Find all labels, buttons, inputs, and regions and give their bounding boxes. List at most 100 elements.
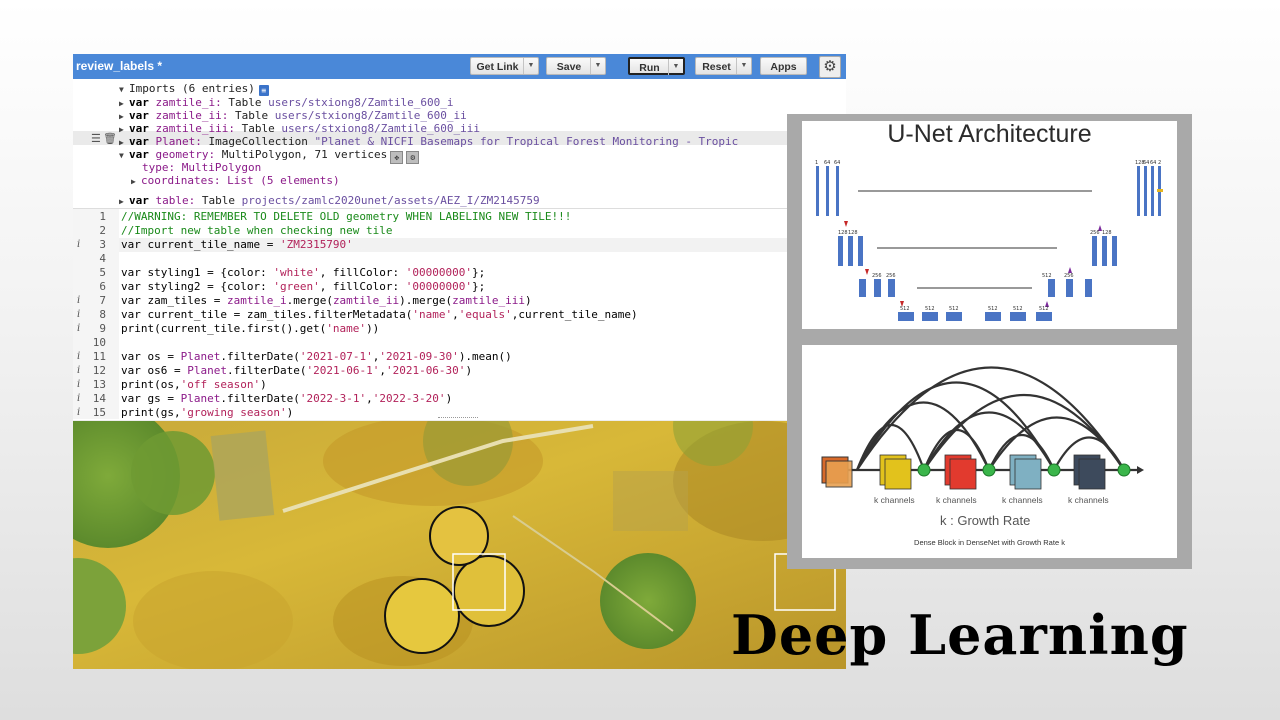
code-token: var os = <box>121 350 181 363</box>
chevron-down-icon[interactable]: ▼ <box>590 58 605 74</box>
run-label: Run <box>639 62 660 74</box>
code-token: 'name' <box>326 322 367 335</box>
chevron-right-icon[interactable]: ▶ <box>119 195 129 208</box>
code-editor-window: review_labels * Get Link ▼ Save ▼ Run ▼ … <box>73 54 846 420</box>
import-row[interactable]: ▶ var zamtile_ii: Table users/stxiong8/Za… <box>119 109 467 122</box>
import-path[interactable]: users/stxiong8/Zamtile_600_iii <box>281 122 480 135</box>
info-icon[interactable]: i <box>77 364 80 378</box>
code-token: zamtile_iii <box>452 294 526 307</box>
channel-label: k channels <box>1002 495 1043 505</box>
row-menu-icon[interactable]: ☰ <box>91 132 101 145</box>
code-token: zamtile_ii <box>332 294 400 307</box>
code-line[interactable]: var current_tile_name = 'ZM2315790' <box>121 238 353 252</box>
unet-channel-label: 1 <box>815 160 818 166</box>
reset-button[interactable]: Reset ▼ <box>695 57 752 75</box>
info-icon[interactable]: i <box>77 238 80 252</box>
code-token: }; <box>472 280 486 293</box>
save-button[interactable]: Save ▼ <box>546 57 606 75</box>
unet-channel-label: 128 <box>848 230 858 236</box>
import-path[interactable]: projects/zamlc2020unet/assets/AEZ_I/ZM21… <box>242 194 540 207</box>
import-type: Table <box>234 109 269 122</box>
code-line[interactable]: print(current_tile.first().get('name')) <box>121 322 379 336</box>
import-path[interactable]: users/stxiong8/Zamtile_600_ii <box>275 109 467 122</box>
info-icon[interactable]: i <box>77 308 80 322</box>
import-name: table: <box>155 194 196 207</box>
code-token: '2021-06-1' <box>306 364 380 377</box>
code-line[interactable]: print(os,'off season') <box>121 378 267 392</box>
import-row[interactable]: ▶ var zamtile_i: Table users/stxiong8/Zam… <box>119 96 454 109</box>
code-line[interactable]: print(gs,'growing season') <box>121 406 293 420</box>
import-type: ImageCollection <box>208 135 308 148</box>
gear-icon[interactable]: ⚙ <box>819 56 841 78</box>
panel-resize-handle[interactable] <box>438 417 478 420</box>
get-link-button[interactable]: Get Link ▼ <box>470 57 539 75</box>
code-line[interactable]: var styling1 = {color: 'white', fillColo… <box>121 266 485 280</box>
chevron-right-icon[interactable]: ▶ <box>131 175 141 188</box>
document-icon[interactable]: ≡ <box>258 85 269 96</box>
labeled-field-polygon[interactable] <box>429 506 489 566</box>
code-line[interactable]: //WARNING: REMEMBER TO DELETE OLD geomet… <box>121 210 571 224</box>
import-name: zamtile_iii: <box>155 122 235 135</box>
code-line[interactable]: //Import new table when checking new til… <box>121 224 393 238</box>
unet-figure: U-Net Architecture 1 64 64 128 64 64 2 1… <box>802 120 1177 329</box>
info-icon[interactable]: i <box>77 294 80 308</box>
import-row[interactable]: ▼ var geometry: MultiPolygon, 71 vertices… <box>119 148 420 164</box>
code-line[interactable]: var styling2 = {color: 'green', fillColo… <box>121 280 485 294</box>
line-number: 6 <box>99 280 106 293</box>
code-token: 'equals' <box>458 308 512 321</box>
line-number: 2 <box>99 224 106 237</box>
code-token: 'off season' <box>180 378 261 391</box>
code-token: '2022-3-1' <box>299 392 367 405</box>
geometry-coordinates[interactable]: ▶ coordinates: List (5 elements) <box>131 174 340 187</box>
code-line[interactable]: var current_tile = zam_tiles.filterMetad… <box>121 308 638 322</box>
unet-channel-label: 512 <box>900 306 910 312</box>
code-token: .filterDate( <box>220 392 300 405</box>
line-number: 1 <box>99 210 106 223</box>
code-token: 'name' <box>412 308 453 321</box>
info-icon[interactable]: i <box>77 406 80 420</box>
unet-channel-label: 64 <box>1143 160 1149 166</box>
import-row[interactable]: ▶ var Planet: ImageCollection "Planet & N… <box>119 135 738 148</box>
code-line[interactable]: var os = Planet.filterDate('2021-07-1','… <box>121 350 512 364</box>
code-token: ).mean() <box>458 350 512 363</box>
import-name: zamtile_ii: <box>155 109 229 122</box>
unet-channel-label: 512 <box>988 306 998 312</box>
get-link-label: Get Link <box>476 61 519 73</box>
slide-title: Deep Learning <box>731 603 1189 667</box>
import-keyword: var <box>129 135 149 148</box>
code-line[interactable]: var gs = Planet.filterDate('2022-3-1','2… <box>121 392 452 406</box>
import-row[interactable]: ▶ var table: Table projects/zamlc2020unet… <box>119 194 540 207</box>
import-type: Table <box>241 122 275 135</box>
chevron-down-icon[interactable]: ▼ <box>668 59 683 75</box>
trash-icon[interactable]: 🗑 <box>103 132 117 145</box>
code-token: '2021-06-30' <box>385 364 466 377</box>
run-button[interactable]: Run ▼ <box>628 57 685 75</box>
coordinates-label: coordinates: List (5 elements) <box>141 174 340 187</box>
unet-channel-label: 64 <box>824 160 830 166</box>
info-icon[interactable]: i <box>77 350 80 364</box>
edit-geometry-icon[interactable]: ✥ <box>390 151 404 164</box>
growth-rate-label: k : Growth Rate <box>940 513 1031 528</box>
import-path[interactable]: users/stxiong8/Zamtile_600_i <box>268 96 453 109</box>
info-icon[interactable]: i <box>77 322 80 336</box>
info-icon[interactable]: i <box>77 392 80 406</box>
chevron-down-icon[interactable]: ▼ <box>523 58 538 74</box>
code-token: //Import new table when checking new til… <box>121 224 393 237</box>
code-token: Planet <box>180 392 221 405</box>
chevron-down-icon[interactable]: ▼ <box>119 149 129 162</box>
import-path[interactable]: "Planet & NICFI Basemaps for Tropical Fo… <box>314 135 738 148</box>
code-line[interactable]: var os6 = Planet.filterDate('2021-06-1',… <box>121 364 472 378</box>
chevron-down-icon[interactable]: ▼ <box>736 58 751 74</box>
import-type: MultiPolygon, 71 vertices <box>221 148 388 161</box>
labeled-field-polygon[interactable] <box>453 555 525 627</box>
imports-header[interactable]: ▼ Imports (6 entries) ≡ <box>119 82 269 96</box>
settings-icon[interactable]: ⚙ <box>406 151 420 164</box>
code-token: var current_tile = zam_tiles.filterMetad… <box>121 308 413 321</box>
info-icon[interactable]: i <box>77 378 80 392</box>
code-line[interactable]: var zam_tiles = zamtile_i.merge(zamtile_… <box>121 294 532 308</box>
labeled-field-polygon[interactable] <box>384 578 460 654</box>
code-area[interactable]: 1 //WARNING: REMEMBER TO DELETE OLD geome… <box>73 208 846 419</box>
import-row[interactable]: ▶ var zamtile_iii: Table users/stxiong8/Z… <box>119 122 480 135</box>
chevron-down-icon[interactable]: ▼ <box>119 83 129 96</box>
apps-button[interactable]: Apps <box>760 57 807 75</box>
